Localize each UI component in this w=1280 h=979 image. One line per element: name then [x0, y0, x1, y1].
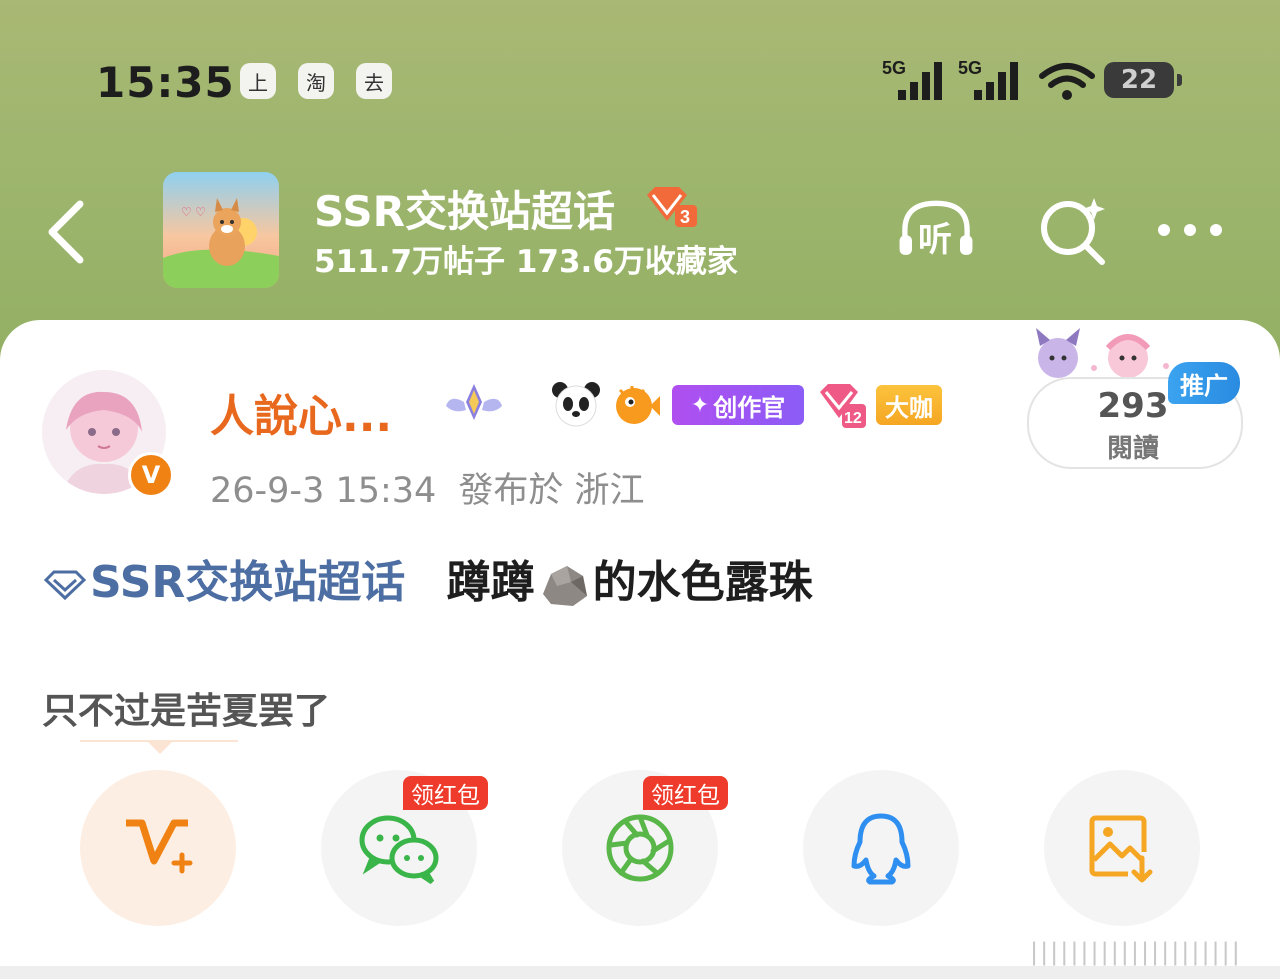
status-time: 15:35: [96, 58, 235, 107]
post-timestamp: 26-9-3 15:34: [210, 471, 437, 511]
topic-avatar[interactable]: ♡ ♡: [163, 172, 279, 288]
save-image-button[interactable]: [1044, 770, 1200, 926]
post-subtext: 只不过是苦夏罢了: [42, 691, 331, 732]
svg-text:5G: 5G: [958, 58, 982, 78]
cellular-signal-icon: 5G: [882, 58, 942, 100]
search-icon[interactable]: [1034, 192, 1114, 268]
verified-badge-icon: V: [128, 452, 174, 498]
notification-icon: 上: [240, 63, 276, 99]
supertopic-diamond-icon: [43, 570, 87, 601]
bottom-divider: [0, 966, 1280, 979]
notification-icon: 淘: [298, 63, 334, 99]
creator-badge: ✦ 创作官: [672, 385, 804, 425]
read-label: 閱讀: [1106, 434, 1159, 464]
notification-icon: 去: [356, 63, 392, 99]
cellular-signal-icon: 5G: [958, 58, 1018, 100]
rock-emoji-icon: [542, 566, 587, 606]
battery-indicator: 22: [1104, 62, 1182, 98]
wifi-icon: [1039, 63, 1095, 100]
username[interactable]: 人說心...: [210, 380, 392, 444]
qq-icon: [851, 813, 911, 885]
tooltip-arrow: [146, 740, 174, 754]
red-packet-tag: 领红包: [643, 776, 728, 810]
wings-badge-icon: [446, 384, 502, 420]
supertopic-level-badge: 12: [820, 384, 866, 428]
watermark: |||||||||||||||||||||: [1030, 938, 1242, 966]
post-location: 發布於 浙江: [458, 471, 645, 511]
save-image-icon: [1089, 815, 1153, 883]
svg-text:5G: 5G: [882, 58, 906, 78]
bigshot-badge: 大咖: [876, 385, 942, 425]
post-text-part1: 蹲蹲: [446, 557, 535, 608]
red-packet-tag: 领红包: [403, 776, 488, 810]
more-icon[interactable]: [1152, 192, 1232, 268]
promote-badge[interactable]: 推广: [1168, 362, 1240, 404]
panda-icon: [552, 382, 600, 427]
post-text-part2: 的水色露珠: [592, 557, 813, 608]
topic-level-badge: 3: [647, 187, 697, 227]
listen-label: 听: [918, 220, 952, 260]
svg-text:12: 12: [844, 410, 862, 427]
post-text: SSR交换站超话 蹲蹲 的水色露珠: [42, 546, 813, 610]
topic-stats: 511.7万帖子 173.6万收藏家: [314, 244, 738, 280]
post-meta: 26-9-3 15:34 發布於 浙江: [210, 462, 644, 513]
v-plus-icon: [126, 819, 193, 874]
back-arrow-icon[interactable]: [44, 198, 94, 268]
topic-title[interactable]: SSR交换站超话: [314, 178, 615, 239]
sticker-decoration-icon: [1036, 328, 1169, 378]
moments-icon: [606, 814, 674, 882]
v-plus-button[interactable]: [80, 770, 236, 926]
share-qq-button[interactable]: [803, 770, 959, 926]
svg-text:♡ ♡: ♡ ♡: [181, 205, 206, 219]
supertopic-link[interactable]: SSR交换站超话: [42, 557, 421, 608]
pufferfish-icon: [616, 386, 660, 424]
svg-text:3: 3: [680, 207, 690, 227]
wechat-icon: [359, 815, 439, 884]
